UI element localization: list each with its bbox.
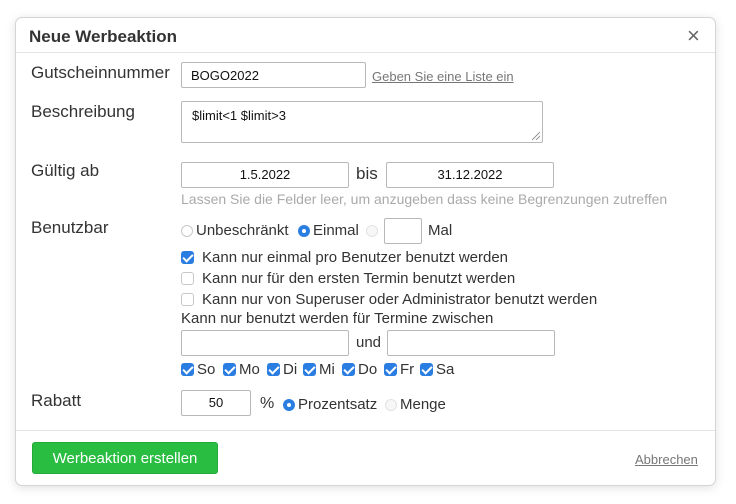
day-di-checkbox[interactable] — [267, 363, 280, 376]
promotion-dialog: Neue Werbeaktion × Gutscheinnummer Geben… — [15, 17, 716, 486]
checkbox-first-appointment-label: Kann nur für den ersten Termin benutzt w… — [202, 270, 516, 287]
checkbox-once-per-user[interactable] — [181, 251, 194, 264]
radio-unlimited-label: Unbeschränkt — [196, 222, 289, 239]
create-promotion-button[interactable]: Werbeaktion erstellen — [32, 442, 218, 474]
checkbox-admin-only[interactable] — [181, 293, 194, 306]
day-sa-checkbox[interactable] — [420, 363, 433, 376]
header-divider — [16, 52, 715, 53]
radio-percent-label: Prozentsatz — [298, 396, 378, 413]
day-fr-checkbox[interactable] — [384, 363, 397, 376]
enter-list-link[interactable]: Geben Sie eine Liste ein — [372, 69, 514, 84]
valid-to-input[interactable]: 31.12.2022 — [386, 162, 554, 188]
radio-once-label: Einmal — [313, 222, 359, 239]
times-input[interactable] — [384, 218, 422, 244]
footer-divider — [16, 430, 715, 431]
description-label: Beschreibung — [31, 102, 135, 121]
radio-percent[interactable] — [283, 399, 295, 411]
validity-hint: Lassen Sie die Felder leer, um anzugeben… — [181, 191, 668, 207]
discount-label: Rabatt — [31, 391, 82, 410]
discount-input[interactable]: 50 — [181, 390, 251, 416]
radio-times[interactable] — [366, 225, 378, 237]
between-from-input[interactable] — [181, 330, 349, 356]
usable-label: Benutzbar — [31, 218, 109, 237]
day-mo-label: Mo — [239, 361, 260, 378]
radio-unlimited[interactable] — [181, 225, 193, 237]
between-to-input[interactable] — [387, 330, 555, 356]
cancel-link[interactable]: Abbrechen — [635, 452, 698, 467]
valid-from-input[interactable]: 1.5.2022 — [181, 162, 349, 188]
times-label: Mal — [428, 222, 453, 239]
between-label: Kann nur benutzt werden für Termine zwis… — [181, 310, 494, 327]
percent-sign: % — [260, 395, 275, 412]
bis-label: bis — [356, 164, 378, 183]
checkbox-once-per-user-label: Kann nur einmal pro Benutzer benutzt wer… — [202, 249, 509, 266]
day-so-checkbox[interactable] — [181, 363, 194, 376]
description-text: $limit<1 $limit>3 — [192, 108, 286, 123]
day-so-label: So — [197, 361, 216, 378]
dialog-title: Neue Werbeaktion — [29, 27, 178, 46]
checkbox-admin-only-label: Kann nur von Superuser oder Administrato… — [202, 291, 598, 308]
day-mi-checkbox[interactable] — [303, 363, 316, 376]
resize-handle-icon[interactable] — [532, 132, 540, 140]
day-sa-label: Sa — [436, 361, 455, 378]
checkbox-first-appointment[interactable] — [181, 272, 194, 285]
radio-once[interactable] — [298, 225, 310, 237]
day-mo-checkbox[interactable] — [223, 363, 236, 376]
day-fr-label: Fr — [400, 361, 415, 378]
radio-amount-label: Menge — [400, 396, 446, 413]
valid-from-label: Gültig ab — [31, 161, 100, 180]
description-textarea[interactable]: $limit<1 $limit>3 — [181, 101, 543, 143]
und-label: und — [356, 334, 382, 351]
day-do-checkbox[interactable] — [342, 363, 355, 376]
coupon-input[interactable] — [181, 62, 366, 88]
close-icon[interactable]: × — [687, 24, 700, 48]
coupon-label: Gutscheinnummer — [31, 63, 170, 82]
day-mi-label: Mi — [319, 361, 335, 378]
day-di-label: Di — [283, 361, 298, 378]
day-do-label: Do — [358, 361, 378, 378]
radio-amount[interactable] — [385, 399, 397, 411]
